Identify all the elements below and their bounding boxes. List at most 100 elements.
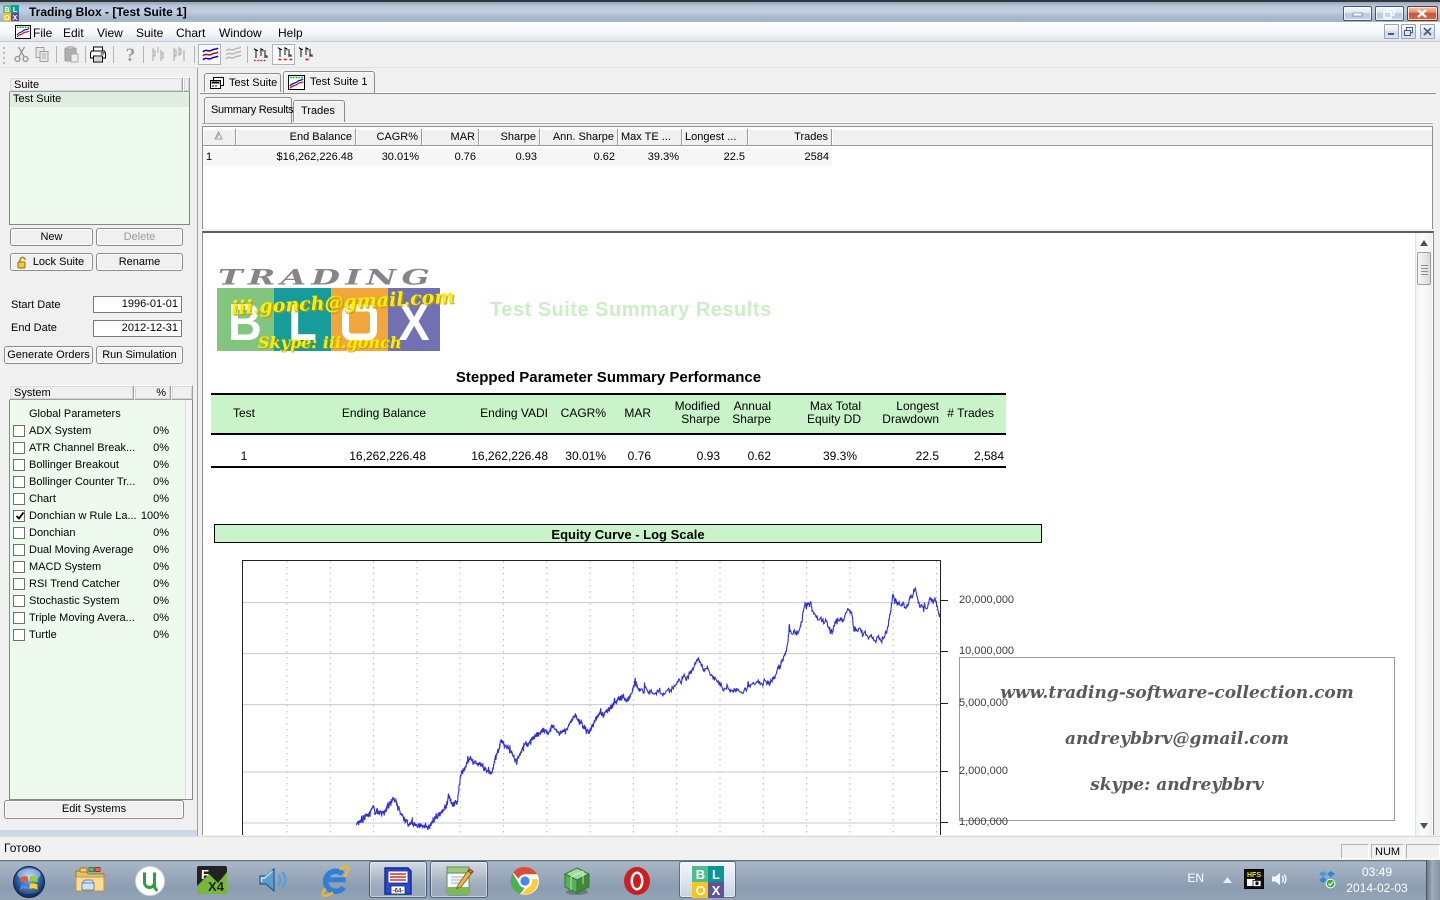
minimize-button[interactable]	[1343, 6, 1372, 21]
mdi-close-button[interactable]	[1420, 24, 1435, 39]
menu-edit[interactable]: Edit	[59, 25, 88, 41]
step-param2-icon[interactable]	[171, 46, 188, 63]
start-button[interactable]	[9, 862, 49, 898]
system-checkbox[interactable]	[13, 612, 25, 624]
system-checkbox[interactable]	[13, 527, 25, 539]
grid-cell-ann-sharpe[interactable]: 0.62	[540, 148, 618, 166]
taskbar-explorer-icon[interactable]	[70, 862, 110, 898]
suite-list-item-test-suite[interactable]: Test Suite	[10, 92, 189, 107]
taskbar-ie-icon[interactable]	[315, 862, 355, 898]
cut-icon[interactable]	[13, 46, 30, 63]
restore-button[interactable]	[1375, 6, 1404, 21]
system-checkbox[interactable]	[13, 442, 25, 454]
taskbar-fx-icon[interactable]: F X4	[192, 862, 232, 898]
grid-cell-rownum[interactable]: 1	[203, 148, 236, 166]
wave-chart-disabled-icon[interactable]	[224, 46, 243, 63]
system-row-donchian[interactable]: Donchian0%	[10, 526, 186, 543]
tray-dropbox-icon[interactable]	[1317, 869, 1337, 889]
grid-header-trades[interactable]: Trades	[748, 129, 832, 146]
wave-chart-button[interactable]	[198, 44, 221, 65]
grid-cell-end-balance[interactable]: $16,262,226.48	[236, 148, 356, 166]
start-date-input[interactable]: 1996-01-01	[93, 296, 182, 313]
system-row-dual-moving-average[interactable]: Dual Moving Average0%	[10, 543, 186, 560]
grid-header-longest[interactable]: Longest ...	[682, 129, 748, 146]
tab-test-suite-1[interactable]: Test Suite 1	[283, 71, 375, 93]
system-row-triple-moving-avera[interactable]: Triple Moving Avera...0%	[10, 611, 186, 628]
help-icon[interactable]: ?	[122, 46, 139, 63]
tab-trades[interactable]: Trades	[293, 100, 345, 123]
lock-suite-button[interactable]: Lock Suite	[10, 253, 93, 271]
tray-clock[interactable]: 03:49 2014-02-03	[1344, 864, 1410, 896]
generate-orders-button[interactable]: Generate Orders	[4, 346, 93, 364]
tray-chevron-icon[interactable]	[1222, 876, 1233, 884]
grid-header-max-te[interactable]: Max TE ...	[618, 129, 682, 146]
system-list-scrollbar[interactable]	[185, 400, 192, 799]
grid-header-cagr[interactable]: CAGR%	[356, 129, 422, 146]
report-scrollbar[interactable]	[1415, 233, 1432, 835]
system-checkbox[interactable]	[13, 510, 25, 522]
close-button[interactable]	[1407, 6, 1438, 21]
grid-header-end-balance[interactable]: End Balance	[236, 129, 356, 146]
system-row-bollinger-counter-tr[interactable]: Bollinger Counter Tr...0%	[10, 475, 186, 492]
system-row-macd-system[interactable]: MACD System0%	[10, 560, 186, 577]
end-date-input[interactable]: 2012-12-31	[93, 320, 182, 337]
mdi-restore-button[interactable]	[1401, 24, 1416, 39]
system-row-stochastic-system[interactable]: Stochastic System0%	[10, 594, 186, 611]
system-row-rsi-trend-catcher[interactable]: RSI Trend Catcher0%	[10, 577, 186, 594]
menu-view[interactable]: View	[93, 25, 127, 41]
system-checkbox[interactable]	[13, 561, 25, 573]
tray-language[interactable]: EN	[1187, 871, 1204, 885]
system-checkbox[interactable]	[13, 425, 25, 437]
show-desktop-button[interactable]	[1426, 860, 1440, 900]
system-checkbox[interactable]	[13, 595, 25, 607]
grid-cell-mar[interactable]: 0.76	[422, 148, 479, 166]
scroll-up-icon[interactable]	[1419, 238, 1429, 248]
system-checkbox[interactable]	[13, 493, 25, 505]
system-checkbox[interactable]	[13, 476, 25, 488]
menu-help[interactable]: Help	[274, 25, 307, 41]
system-checkbox[interactable]	[13, 544, 25, 556]
taskbar-floppy-button[interactable]: -64-	[369, 861, 427, 898]
tray-hfs-icon[interactable]: HFS	[1244, 869, 1264, 889]
taskbar-opera-icon[interactable]	[617, 862, 657, 898]
paste-icon[interactable]	[63, 46, 80, 63]
trade-chart-icon[interactable]	[252, 46, 269, 63]
taskbar-chrome-icon[interactable]	[505, 862, 545, 898]
grid-cell-max-te[interactable]: 39.3%	[618, 148, 682, 166]
scroll-down-icon[interactable]	[1419, 821, 1429, 831]
system-checkbox[interactable]	[13, 578, 25, 590]
tab-test-suite[interactable]: Test Suite	[204, 73, 281, 93]
system-column-header[interactable]: System	[9, 385, 134, 400]
taskbar-utorrent-icon[interactable]	[130, 862, 170, 898]
menu-file[interactable]: File	[29, 25, 56, 41]
taskbar-trading-blox-button[interactable]: BLOX	[679, 861, 736, 898]
run-simulation-button[interactable]: Run Simulation	[96, 346, 183, 364]
rename-button[interactable]: Rename	[96, 253, 183, 271]
system-row-donchian-w-rule-la[interactable]: Donchian w Rule La...100%	[10, 509, 186, 526]
menu-window[interactable]: Window	[215, 25, 266, 41]
system-row-bollinger-breakout[interactable]: Bollinger Breakout0%	[10, 458, 186, 475]
tab-summary-results[interactable]: Summary Results	[204, 97, 292, 123]
trade-chart3-icon[interactable]	[297, 46, 314, 63]
system-checkbox[interactable]	[13, 459, 25, 471]
suite-list-header[interactable]: Suite	[9, 77, 183, 92]
new-button[interactable]: New	[10, 228, 93, 246]
grid-cell-cagr[interactable]: 30.01%	[356, 148, 422, 166]
grid-cell-longest[interactable]: 22.5	[682, 148, 748, 166]
edit-systems-button[interactable]: Edit Systems	[4, 800, 184, 819]
menu-suite[interactable]: Suite	[132, 25, 167, 41]
system-row-chart[interactable]: Chart0%	[10, 492, 186, 509]
grid-cell-trades[interactable]: 2584	[748, 148, 832, 166]
delete-button[interactable]: Delete	[96, 228, 183, 246]
mdi-minimize-button[interactable]	[1384, 24, 1399, 39]
step-param-icon[interactable]	[149, 46, 166, 63]
copy-icon[interactable]	[34, 46, 51, 63]
grid-header-ann-sharpe[interactable]: Ann. Sharpe	[540, 129, 618, 146]
print-icon[interactable]	[90, 46, 107, 63]
system-row-atr-channel-break[interactable]: ATR Channel Break...0%	[10, 441, 186, 458]
trade-chart2-button[interactable]	[272, 44, 295, 65]
system-row-adx-system[interactable]: ADX System0%	[10, 424, 186, 441]
system-checkbox[interactable]	[13, 629, 25, 641]
taskbar-volume-icon[interactable]	[253, 862, 293, 898]
percent-column-header[interactable]: %	[134, 385, 171, 400]
